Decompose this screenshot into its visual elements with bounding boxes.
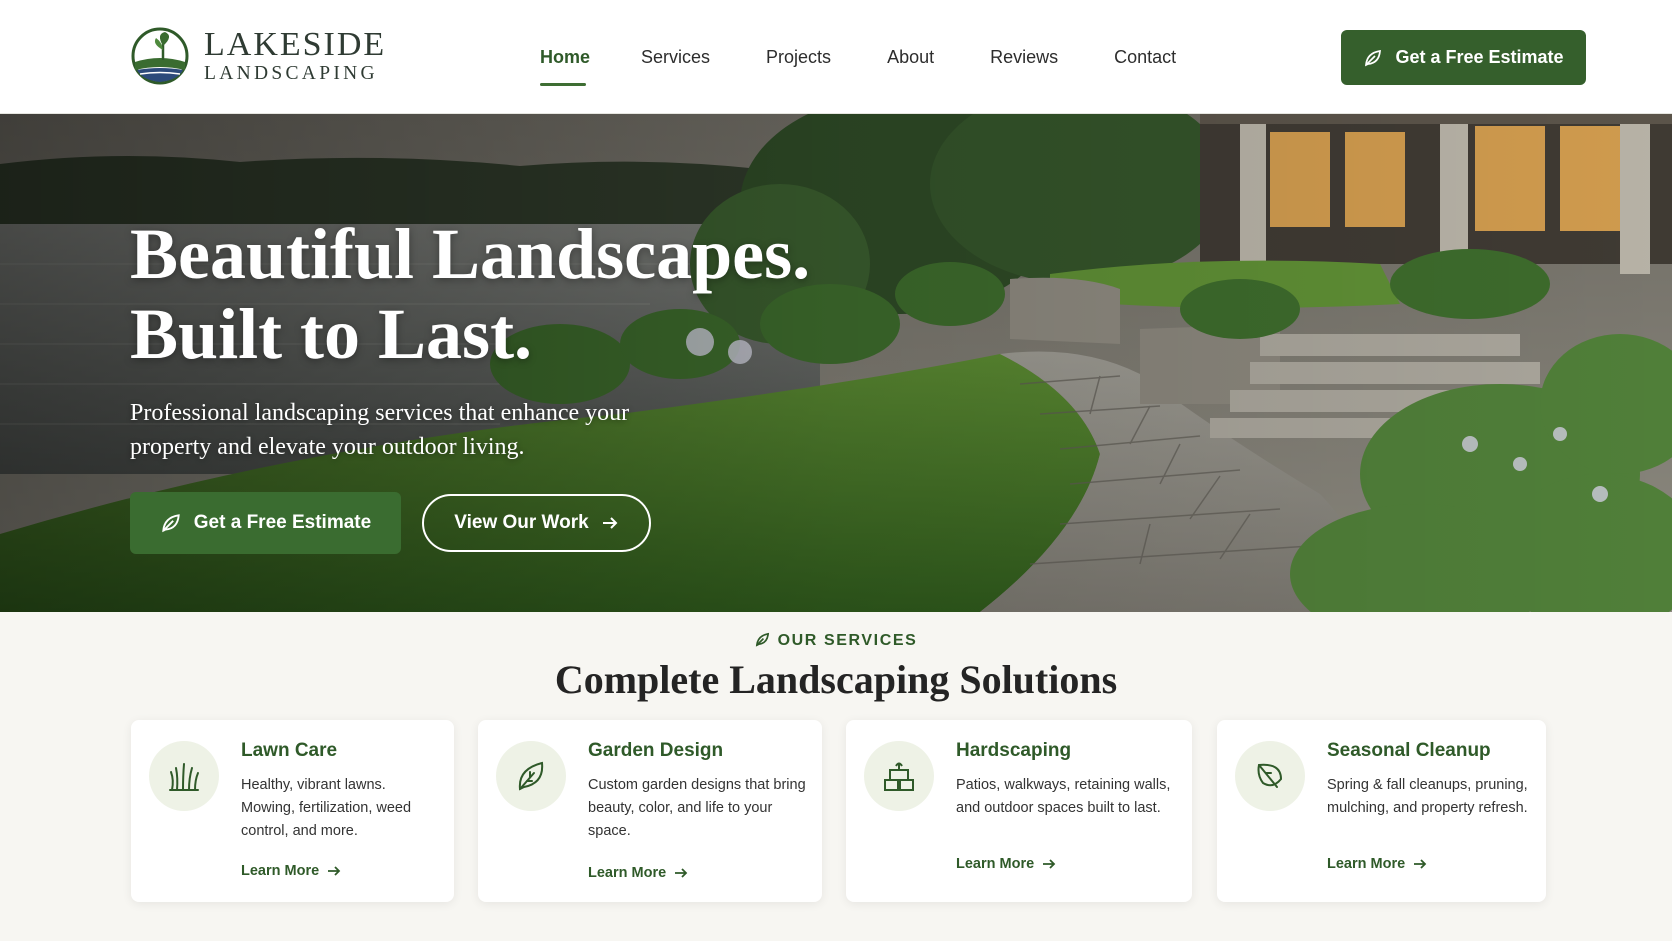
learn-more-label: Learn More (241, 863, 320, 879)
learn-more-label: Learn More (588, 865, 667, 881)
hero-content: Beautiful Landscapes. Built to Last. Pro… (130, 214, 890, 554)
arrow-right-icon (1413, 857, 1427, 871)
service-title: Hardscaping (956, 740, 1072, 761)
service-title: Seasonal Cleanup (1327, 740, 1491, 761)
arrow-right-icon (327, 864, 341, 878)
service-title: Garden Design (588, 740, 724, 761)
hero-estimate-button[interactable]: Get a Free Estimate (130, 492, 401, 554)
service-description: Patios, walkways, retaining walls, and o… (956, 777, 1171, 816)
hero-section: Beautiful Landscapes. Built to Last. Pro… (0, 114, 1672, 612)
nav-reviews[interactable]: Reviews (990, 0, 1058, 114)
leaf-icon (1363, 48, 1383, 68)
brand-name: LAKESIDE (204, 25, 387, 63)
pavers-icon (864, 741, 934, 811)
hero-title-line-2: Built to Last. (130, 294, 533, 374)
service-card-lawn-care[interactable]: Lawn Care Healthy, vibrant lawns. Mowing… (131, 720, 454, 902)
view-work-button[interactable]: View Our Work (422, 494, 651, 552)
seasonal-leaf-icon (1235, 741, 1305, 811)
learn-more-link[interactable]: Learn More (1327, 856, 1427, 872)
services-title: Complete Landscaping Solutions (554, 657, 1118, 702)
nav-projects[interactable]: Projects (766, 0, 831, 114)
main-nav: Home Services Projects About Reviews Con… (540, 0, 1176, 114)
service-card-hardscaping[interactable]: Hardscaping Patios, walkways, retaining … (846, 720, 1192, 902)
leaf-tag-icon (755, 632, 770, 652)
services-eyebrow: OUR SERVICES (0, 632, 1672, 652)
hero-subtitle: Professional landscaping services that e… (130, 400, 630, 460)
site-header: LAKESIDE LANDSCAPING Home Services Proje… (0, 0, 1672, 114)
learn-more-label: Learn More (1327, 856, 1406, 872)
header-estimate-label: Get a Free Estimate (1395, 47, 1564, 67)
learn-more-label: Learn More (956, 856, 1035, 872)
hero-title: Beautiful Landscapes. Built to Last. (130, 214, 890, 374)
nav-services[interactable]: Services (641, 0, 710, 114)
learn-more-link[interactable]: Learn More (588, 865, 688, 881)
header-estimate-button[interactable]: Get a Free Estimate (1341, 30, 1586, 85)
nav-about[interactable]: About (887, 0, 934, 114)
services-eyebrow-label: OUR SERVICES (777, 632, 918, 649)
brand-logo[interactable]: LAKESIDE LANDSCAPING (130, 24, 386, 88)
arrow-right-icon (1042, 857, 1056, 871)
hero-estimate-label: Get a Free Estimate (193, 512, 372, 533)
view-work-label: View Our Work (454, 512, 589, 533)
service-title: Lawn Care (241, 740, 338, 761)
hero-buttons: Get a Free Estimate View Our Work (130, 492, 890, 554)
service-description: Spring & fall cleanups, pruning, mulchin… (1327, 777, 1528, 816)
logo-emblem-icon (131, 27, 189, 85)
learn-more-link[interactable]: Learn More (241, 863, 341, 879)
services-section: OUR SERVICES Complete Landscaping Soluti… (0, 612, 1672, 941)
brand-tagline: LANDSCAPING (204, 62, 378, 84)
nav-contact[interactable]: Contact (1114, 0, 1176, 114)
service-card-garden-design[interactable]: Garden Design Custom garden designs that… (478, 720, 822, 902)
service-card-seasonal-cleanup[interactable]: Seasonal Cleanup Spring & fall cleanups,… (1217, 720, 1546, 902)
grass-icon (149, 741, 219, 811)
learn-more-link[interactable]: Learn More (956, 856, 1056, 872)
leaf-icon (496, 741, 566, 811)
service-description: Custom garden designs that bring beauty,… (588, 777, 806, 839)
arrow-right-icon (601, 514, 619, 532)
service-description: Healthy, vibrant lawns. Mowing, fertiliz… (241, 777, 412, 839)
nav-home[interactable]: Home (540, 0, 590, 114)
hero-title-line-1: Beautiful Landscapes. (130, 214, 811, 294)
arrow-right-icon (674, 866, 688, 880)
leaf-icon (160, 512, 182, 534)
